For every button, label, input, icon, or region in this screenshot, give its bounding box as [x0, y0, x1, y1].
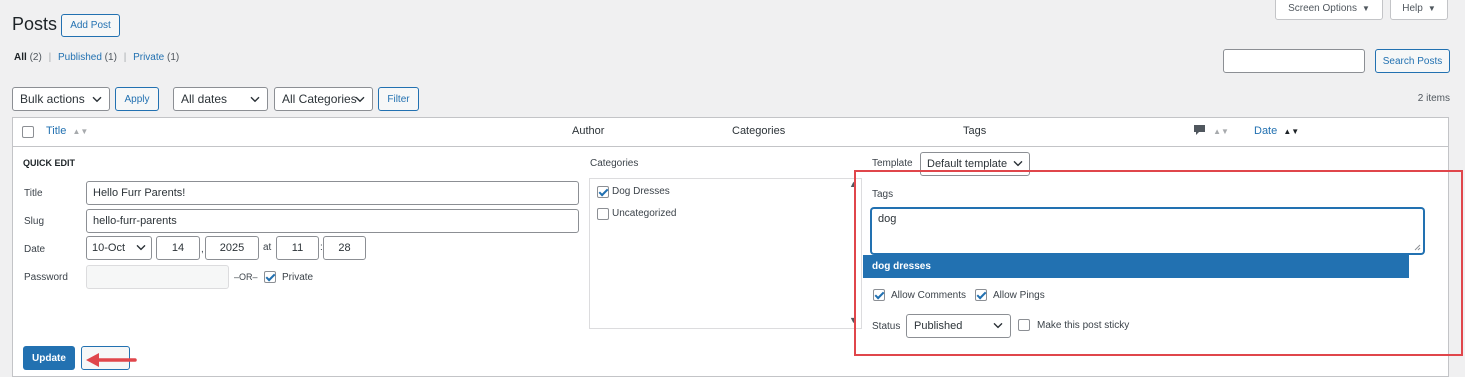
sort-icon: ▲▼	[72, 127, 89, 136]
sort-desc-icon: ▲▼	[1283, 127, 1300, 136]
column-author: Author	[572, 125, 605, 137]
password-input[interactable]	[86, 265, 229, 289]
month-select[interactable]: 10-Oct	[86, 236, 152, 260]
filter-separator: |	[123, 52, 127, 63]
column-title-label: Title	[46, 125, 67, 137]
bulk-actions-select[interactable]: Bulk actions	[12, 87, 110, 111]
slug-label: Slug	[24, 216, 45, 227]
status-filters: All (2) | Published (1) | Private (1)	[14, 52, 179, 63]
red-arrow-icon	[86, 353, 137, 367]
caret-down-icon: ▼	[1427, 4, 1436, 13]
quick-edit-heading: QUICK EDIT	[23, 158, 76, 168]
status-select[interactable]: Published	[906, 314, 1011, 338]
category-label: Dog Dresses	[612, 186, 670, 197]
status-label: Status	[872, 321, 901, 332]
chevron-down-icon	[136, 241, 146, 253]
filter-separator: |	[48, 52, 52, 63]
tags-textarea[interactable]: dog	[871, 208, 1424, 254]
or-text: –OR–	[234, 272, 258, 282]
scroll-up-arrow-icon[interactable]: ▲	[849, 179, 858, 189]
private-checkbox[interactable]	[264, 271, 276, 283]
category-checkbox-dog-dresses[interactable]	[597, 186, 609, 198]
dates-value: All dates	[181, 92, 228, 106]
filter-button[interactable]: Filter	[378, 87, 419, 111]
date-label: Date	[24, 244, 46, 255]
sticky-checkbox[interactable]	[1018, 319, 1030, 331]
column-tags: Tags	[963, 125, 987, 137]
allow-comments-label: Allow Comments	[891, 290, 967, 301]
column-categories: Categories	[732, 125, 786, 137]
password-label: Password	[24, 272, 68, 283]
date-comma: ,	[201, 244, 204, 255]
apply-button[interactable]: Apply	[115, 87, 159, 111]
sort-icon: ▲▼	[1213, 127, 1229, 136]
slug-input[interactable]: hello-furr-parents	[86, 209, 579, 233]
screen-options-label: Screen Options	[1288, 3, 1357, 14]
add-post-button[interactable]: Add Post	[61, 14, 120, 37]
chevron-down-icon	[1013, 157, 1023, 169]
filter-private-count: (1)	[166, 52, 180, 63]
day-input[interactable]: 14	[156, 236, 200, 260]
hour-input[interactable]: 11	[276, 236, 319, 260]
tag-suggestion[interactable]: dog dresses	[863, 255, 1409, 278]
category-label: Uncategorized	[612, 208, 677, 219]
filter-all[interactable]: All	[14, 52, 27, 63]
minute-value: 28	[338, 242, 351, 254]
scroll-down-arrow-icon[interactable]: ▼	[849, 315, 858, 325]
page-title: Posts	[12, 14, 58, 34]
allow-comments-checkbox[interactable]	[873, 289, 885, 301]
chevron-down-icon	[92, 91, 102, 105]
allow-pings-label: Allow Pings	[993, 290, 1045, 301]
column-comments[interactable]: ▲▼	[1193, 124, 1229, 140]
category-checkbox-uncategorized[interactable]	[597, 208, 609, 220]
filter-published[interactable]: Published	[58, 52, 102, 63]
title-input[interactable]: Hello Furr Parents!	[86, 181, 579, 205]
categories-select[interactable]: All Categories	[274, 87, 373, 111]
column-date[interactable]: Date ▲▼	[1254, 125, 1299, 137]
chevron-down-icon	[993, 319, 1003, 331]
month-value: 10-Oct	[92, 242, 126, 254]
template-value: Default template	[927, 158, 1008, 170]
allow-pings-checkbox[interactable]	[975, 289, 987, 301]
chevron-down-icon	[250, 91, 260, 105]
categories-value: All Categories	[282, 92, 357, 106]
at-text: at	[263, 242, 272, 253]
year-value: 2025	[219, 242, 245, 254]
dates-select[interactable]: All dates	[173, 87, 268, 111]
search-posts-button[interactable]: Search Posts	[1375, 49, 1450, 73]
help-button[interactable]: Help ▼	[1390, 0, 1448, 20]
column-date-label: Date	[1254, 125, 1278, 137]
help-label: Help	[1402, 3, 1423, 14]
template-label: Template	[872, 158, 913, 169]
minute-input[interactable]: 28	[323, 236, 366, 260]
categories-checklist[interactable]	[589, 178, 862, 329]
items-count: 2 items	[1417, 93, 1450, 104]
update-button[interactable]: Update	[23, 346, 75, 370]
sticky-label: Make this post sticky	[1037, 320, 1130, 331]
day-value: 14	[171, 242, 185, 254]
bulk-actions-value: Bulk actions	[20, 92, 85, 106]
filter-published-count: (1)	[104, 52, 117, 63]
tags-label: Tags	[872, 189, 894, 200]
resize-handle-icon[interactable]	[1414, 244, 1421, 251]
status-value: Published	[914, 320, 963, 332]
hour-value: 11	[291, 242, 304, 254]
comment-bubble-icon	[1194, 125, 1205, 135]
template-select[interactable]: Default template	[920, 152, 1030, 176]
private-label: Private	[282, 272, 314, 283]
filter-all-count: (2)	[29, 52, 42, 63]
search-input[interactable]	[1223, 49, 1365, 73]
caret-down-icon: ▼	[1362, 4, 1370, 13]
table-header-row	[13, 118, 1448, 147]
title-label: Title	[24, 188, 43, 199]
tags-value: dog	[878, 213, 897, 225]
chevron-down-icon	[355, 91, 365, 105]
column-title[interactable]: Title ▲▼	[46, 125, 88, 137]
screen-options-button[interactable]: Screen Options ▼	[1275, 0, 1383, 20]
year-input[interactable]: 2025	[205, 236, 259, 260]
select-all-checkbox[interactable]	[22, 126, 34, 138]
categories-label: Categories	[590, 158, 639, 169]
filter-private[interactable]: Private	[133, 52, 164, 63]
